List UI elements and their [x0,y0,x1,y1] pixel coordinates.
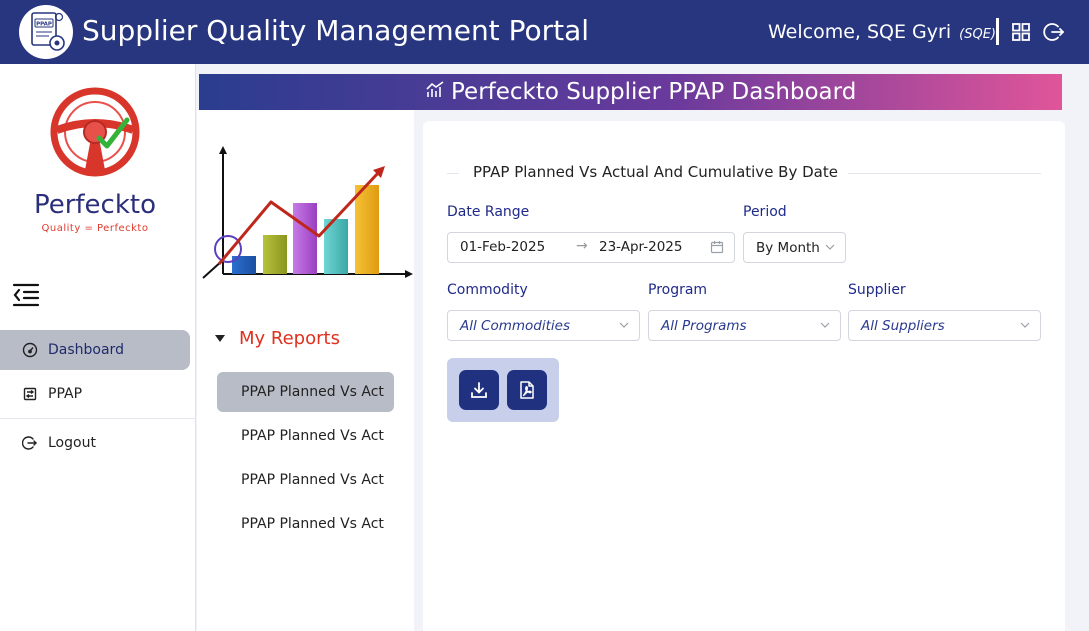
sidebar-item-label: Dashboard [48,342,124,358]
brand-tagline: Quality = Perfeckto [41,223,149,234]
portal-logo[interactable]: PPAP [19,5,73,59]
apps-grid-icon[interactable] [1010,21,1032,43]
supplier-label: Supplier [848,282,906,298]
chevron-down-icon [820,322,830,328]
caret-down-icon [215,335,225,342]
sidebar-item-ppap[interactable]: PPAP [0,374,190,414]
banner-title: Perfeckto Supplier PPAP Dashboard [451,79,857,105]
sidebar-item-label: PPAP [48,386,83,402]
sidebar-item-label: Logout [48,435,96,451]
brand-name: Perfeckto [33,190,157,220]
report-filter-card: PPAP Planned Vs Actual And Cumulative By… [423,121,1065,631]
program-label: Program [648,282,708,298]
program-value: All Programs [661,317,747,334]
portal-logo-icon: PPAP [31,12,65,51]
header-divider [996,18,999,45]
sidebar-item-logout[interactable]: Logout [0,423,190,463]
ppap-document-icon [22,386,38,402]
supplier-select[interactable]: All Suppliers [848,310,1041,341]
logout-icon [21,435,38,451]
download-button[interactable] [459,370,499,410]
report-item-3[interactable]: PPAP Planned Vs Act [217,460,394,500]
chevron-down-icon [1020,322,1030,328]
commodity-label: Commodity [447,282,528,298]
chevron-down-icon [825,244,835,250]
my-reports-toggle[interactable]: My Reports [215,328,340,349]
bar-chart-illustration-icon [202,146,413,279]
program-select[interactable]: All Programs [648,310,841,341]
pdf-file-icon [520,381,534,399]
date-range-label: Date Range [447,204,530,220]
steering-wheel-logo-icon [50,87,140,177]
legend-line-left [447,173,459,174]
banner-heading: Perfeckto Supplier PPAP Dashboard [425,78,856,106]
dashboard-banner: Perfeckto Supplier PPAP Dashboard [199,74,1062,110]
sidebar: Perfeckto Quality = Perfeckto Dashboard … [0,64,196,631]
supplier-value: All Suppliers [861,317,945,334]
menu-collapse-icon[interactable] [12,282,40,308]
calendar-icon[interactable] [710,240,724,254]
date-range-picker[interactable]: 01-Feb-2025 → 23-Apr-2025 [447,232,735,263]
section-title: PPAP Planned Vs Actual And Cumulative By… [473,163,838,181]
app-title: Supplier Quality Management Portal [82,14,590,47]
period-select[interactable]: By Month [743,232,846,263]
legend-line-right [848,173,1041,174]
date-start-input[interactable]: 01-Feb-2025 [460,239,545,255]
commodity-select[interactable]: All Commodities [447,310,640,341]
period-value: By Month [756,239,820,256]
logout-icon[interactable] [1043,21,1065,43]
my-reports-title: My Reports [239,328,340,349]
top-header: PPAP Supplier Quality Management Portal … [0,0,1089,64]
arrow-right-icon: → [576,238,588,254]
dashboard-gauge-icon [22,342,38,358]
period-label: Period [743,204,787,220]
commodity-value: All Commodities [460,317,570,334]
report-item-2[interactable]: PPAP Planned Vs Act [217,416,394,456]
reports-panel: My Reports PPAP Planned Vs Act PPAP Plan… [197,110,414,631]
report-item-4[interactable]: PPAP Planned Vs Act [217,504,394,544]
sidebar-item-dashboard[interactable]: Dashboard [0,330,190,370]
report-item-1[interactable]: PPAP Planned Vs Act [217,372,394,412]
svg-text:PPAP: PPAP [36,22,52,28]
welcome-message: Welcome, SQE Gyri (SQE) [768,19,996,48]
date-end-input[interactable]: 23-Apr-2025 [599,239,682,255]
chevron-down-icon [619,322,629,328]
export-pdf-button[interactable] [507,370,547,410]
user-role: (SQE) [959,27,996,42]
download-icon [471,382,487,398]
export-actions [447,358,559,422]
sidebar-divider [0,418,196,419]
welcome-text: Welcome, SQE Gyri [768,21,952,43]
analytics-chart-icon [425,81,445,103]
